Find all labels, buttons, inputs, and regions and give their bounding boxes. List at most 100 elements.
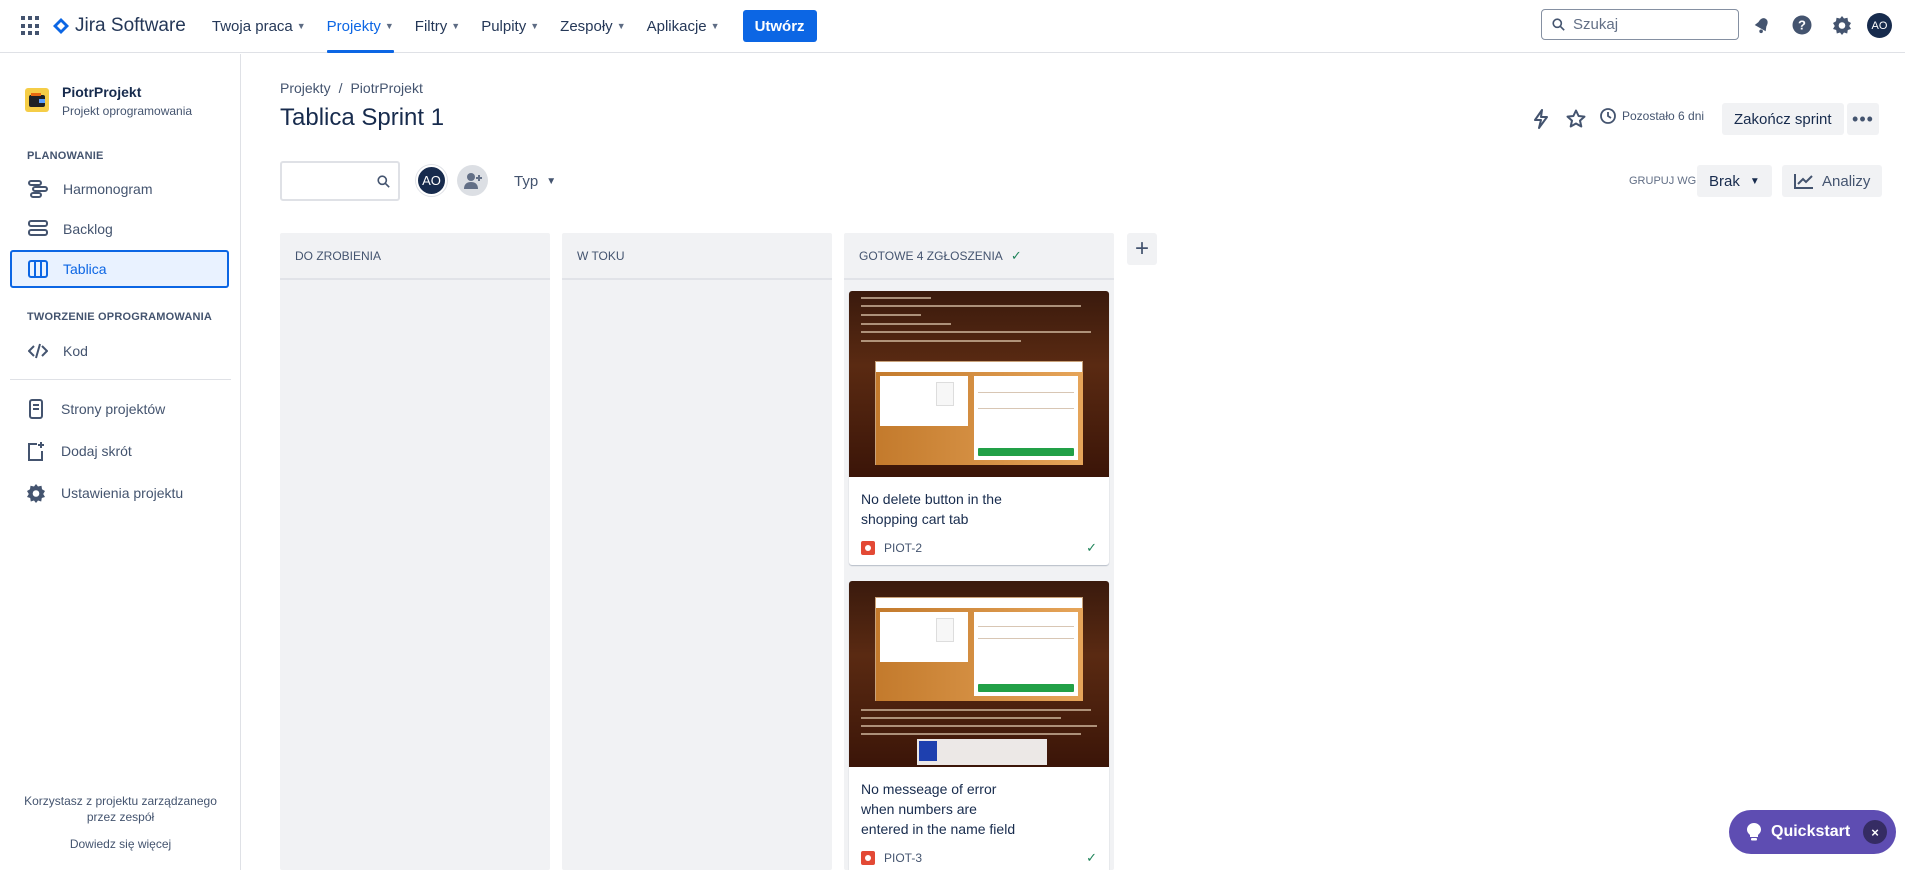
column-header: GOTOWE 4 ZGŁOSZENIA ✓ — [844, 233, 1114, 280]
insights-button[interactable]: Analizy — [1782, 165, 1883, 197]
sidebar: PiotrProjekt Projekt oprogramowania PLAN… — [0, 54, 241, 870]
brand-name: Jira Software — [75, 15, 186, 36]
sidebar-item-project-settings[interactable]: Ustawienia projektu — [10, 474, 229, 512]
quickstart-button[interactable]: Quickstart × — [1729, 810, 1896, 854]
end-sprint-button[interactable]: Zakończ sprint — [1722, 103, 1844, 135]
assignee-filter-avatar[interactable]: AO — [416, 165, 447, 196]
jira-logo[interactable]: Jira Software — [53, 15, 186, 37]
chevron-down-icon: ▼ — [384, 21, 394, 31]
bug-icon — [861, 851, 875, 865]
add-people-icon[interactable] — [457, 165, 488, 196]
type-filter-dropdown[interactable]: Typ ▼ — [506, 166, 564, 196]
sidebar-item-label: Kod — [63, 343, 88, 359]
chevron-down-icon: ▼ — [546, 175, 557, 187]
card-attachment-thumbnail — [849, 581, 1109, 767]
column-title: GOTOWE 4 ZGŁOSZENIA — [859, 248, 1003, 263]
more-actions-button[interactable]: ••• — [1847, 103, 1879, 135]
issue-key[interactable]: PIOT-3 — [884, 851, 922, 865]
nav-item-filters[interactable]: Filtry ▼ — [415, 0, 460, 53]
star-icon[interactable] — [1565, 108, 1587, 130]
pages-icon — [25, 398, 47, 420]
column-header: W TOKU — [562, 233, 832, 280]
sidebar-item-code[interactable]: Kod — [10, 332, 229, 370]
project-avatar-icon — [25, 88, 49, 112]
section-title-planning: PLANOWANIE — [27, 150, 104, 162]
breadcrumb-separator: / — [338, 80, 343, 96]
nav-item-teams[interactable]: Zespoły ▼ — [560, 0, 625, 53]
svg-text:?: ? — [1798, 18, 1806, 33]
search-icon — [1552, 18, 1565, 31]
checkmark-icon: ✓ — [1086, 540, 1097, 555]
sidebar-item-label: Tablica — [63, 261, 107, 277]
chevron-down-icon: ▼ — [616, 21, 626, 31]
settings-icon[interactable] — [1831, 14, 1853, 36]
card-footer: PIOT-2 ✓ — [849, 529, 1109, 565]
nav-item-projects[interactable]: Projekty ▼ — [326, 0, 394, 53]
sidebar-item-timeline[interactable]: Harmonogram — [10, 170, 229, 208]
automation-icon[interactable] — [1530, 108, 1552, 130]
nav-item-dashboards[interactable]: Pulpity ▼ — [481, 0, 539, 53]
nav-label: Filtry — [414, 17, 448, 35]
sidebar-item-board[interactable]: Tablica — [10, 250, 229, 288]
column-header: DO ZROBIENIA — [280, 233, 550, 280]
create-button[interactable]: Utwórz — [742, 10, 817, 42]
issue-card[interactable]: No messeage of error when numbers are en… — [849, 581, 1109, 870]
issue-key[interactable]: PIOT-2 — [884, 541, 922, 555]
sidebar-divider — [10, 379, 231, 380]
project-name: PiotrProjekt — [62, 84, 142, 100]
nav-menu: Twoja praca ▼ Projekty ▼ Filtry ▼ Pulpity ▼ … — [212, 0, 817, 53]
sidebar-item-backlog[interactable]: Backlog — [10, 210, 229, 248]
card-title: No delete button in the shopping cart ta… — [861, 491, 1002, 527]
chevron-down-icon: ▼ — [451, 21, 461, 31]
nav-label: Aplikacje — [646, 17, 707, 35]
bug-icon — [861, 541, 875, 555]
page-title: Tablica Sprint 1 — [280, 104, 445, 131]
card-footer: PIOT-3 ✓ — [849, 839, 1109, 870]
close-icon[interactable]: × — [1863, 820, 1887, 844]
group-by-value: Brak — [1709, 172, 1740, 190]
sidebar-item-label: Harmonogram — [63, 181, 153, 197]
learn-more-link[interactable]: Dowiedz się więcej — [0, 836, 241, 852]
sidebar-item-project-pages[interactable]: Strony projektów — [10, 390, 229, 428]
board-column-in-progress[interactable]: W TOKU — [562, 233, 832, 870]
chart-icon — [1794, 174, 1813, 189]
breadcrumb-projects[interactable]: Projekty — [280, 80, 331, 96]
lightbulb-icon — [1747, 823, 1761, 841]
search-input[interactable]: Szukaj — [1541, 9, 1739, 40]
notifications-icon[interactable] — [1751, 14, 1773, 36]
board-column-todo[interactable]: DO ZROBIENIA — [280, 233, 550, 870]
project-header[interactable]: PiotrProjekt Projekt oprogramowania — [25, 84, 192, 118]
card-title: No messeage of error when numbers are en… — [861, 781, 1016, 837]
code-icon — [27, 340, 49, 362]
project-type: Projekt oprogramowania — [62, 104, 193, 118]
help-icon[interactable]: ? — [1791, 14, 1813, 36]
sidebar-item-label: Backlog — [63, 221, 113, 237]
chevron-down-icon: ▼ — [296, 21, 306, 31]
card-attachment-thumbnail — [849, 291, 1109, 477]
sidebar-item-label: Ustawienia projektu — [61, 485, 184, 501]
board-search-input[interactable] — [280, 161, 400, 201]
checkmark-icon: ✓ — [1010, 247, 1022, 263]
search-icon — [377, 174, 390, 188]
group-by-label: GRUPUJ WG — [1629, 175, 1697, 187]
type-filter-label: Typ — [514, 172, 539, 190]
clock-icon — [1600, 108, 1616, 124]
app-switcher-icon[interactable] — [21, 16, 41, 36]
remaining-text: Pozostało 6 dni — [1622, 109, 1705, 123]
nav-label: Zespoły — [560, 17, 613, 35]
issue-card[interactable]: No delete button in the shopping cart ta… — [849, 291, 1109, 565]
insights-label: Analizy — [1822, 172, 1871, 190]
search-placeholder: Szukaj — [1573, 16, 1619, 33]
top-navigation: Jira Software Twoja praca ▼ Projekty ▼ Fil… — [0, 0, 1905, 53]
breadcrumb-project[interactable]: PiotrProjekt — [350, 80, 422, 96]
column-title: DO ZROBIENIA — [295, 248, 382, 263]
sidebar-item-add-shortcut[interactable]: Dodaj skrót — [10, 432, 229, 470]
nav-label: Twoja praca — [211, 17, 293, 35]
group-by-dropdown[interactable]: Brak ▼ — [1697, 165, 1772, 197]
user-avatar[interactable]: AO — [1867, 13, 1892, 38]
nav-item-your-work[interactable]: Twoja praca ▼ — [212, 0, 306, 53]
nav-item-apps[interactable]: Aplikacje ▼ — [647, 0, 720, 53]
add-column-button[interactable]: + — [1127, 233, 1157, 265]
section-title-development: TWORZENIE OPROGRAMOWANIA — [27, 311, 213, 323]
timeline-icon — [27, 178, 49, 200]
